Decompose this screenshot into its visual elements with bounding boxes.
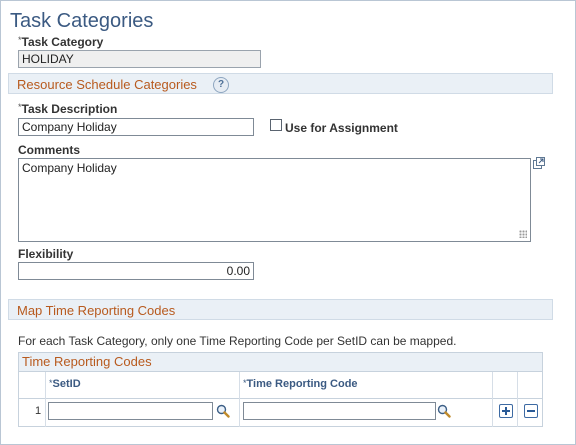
task-category-label: *Task Category [18, 35, 103, 49]
task-category-label-text: Task Category [21, 35, 104, 49]
time-reporting-code-input[interactable] [243, 402, 436, 420]
info-text: For each Task Category, only one Time Re… [18, 334, 457, 348]
map-time-reporting-section: Map Time Reporting Codes [8, 299, 553, 320]
section-title: Resource Schedule Categories [17, 77, 197, 92]
column-divider [239, 372, 240, 427]
comments-text: Company Holiday [22, 161, 117, 175]
resource-schedule-section: Resource Schedule Categories ? [8, 73, 553, 94]
flexibility-field[interactable] [18, 262, 254, 280]
page-title: Task Categories [10, 10, 154, 32]
comments-label: Comments [18, 143, 81, 157]
task-description-label-text: Task Description [21, 102, 118, 116]
grid-caption: Time Reporting Codes [19, 353, 542, 372]
question-mark-icon[interactable]: ? [213, 77, 229, 93]
minus-icon[interactable] [524, 404, 538, 418]
flexibility-label: Flexibility [18, 247, 74, 261]
comments-textarea[interactable]: Company Holiday [18, 158, 531, 242]
resize-grip-icon[interactable] [519, 230, 527, 238]
column-divider [492, 372, 493, 427]
grid-header-row: *SetID *Time Reporting Code [19, 372, 542, 399]
column-header-time-reporting-code: *Time Reporting Code [243, 378, 358, 390]
magnifier-icon[interactable] [437, 404, 451, 418]
column-divider [517, 372, 518, 427]
task-description-field[interactable] [18, 118, 254, 136]
plus-icon[interactable] [499, 404, 513, 418]
column-divider [45, 372, 46, 427]
column-header-setid-text: SetID [52, 378, 81, 390]
task-category-field[interactable] [18, 50, 261, 68]
magnifier-icon[interactable] [216, 404, 230, 418]
row-number: 1 [35, 405, 42, 417]
section-title: Map Time Reporting Codes [17, 303, 176, 318]
time-reporting-codes-grid: Time Reporting Codes *SetID *Time Report… [18, 352, 543, 427]
use-for-assignment-checkbox[interactable] [270, 119, 282, 131]
task-description-label: *Task Description [18, 102, 117, 116]
grid-caption-text: Time Reporting Codes [22, 354, 152, 369]
expand-window-icon[interactable] [533, 157, 545, 169]
column-header-setid: *SetID [49, 378, 81, 390]
setid-input[interactable] [48, 402, 213, 420]
column-header-trc-text: Time Reporting Code [246, 378, 358, 390]
use-for-assignment-label: Use for Assignment [285, 121, 398, 135]
